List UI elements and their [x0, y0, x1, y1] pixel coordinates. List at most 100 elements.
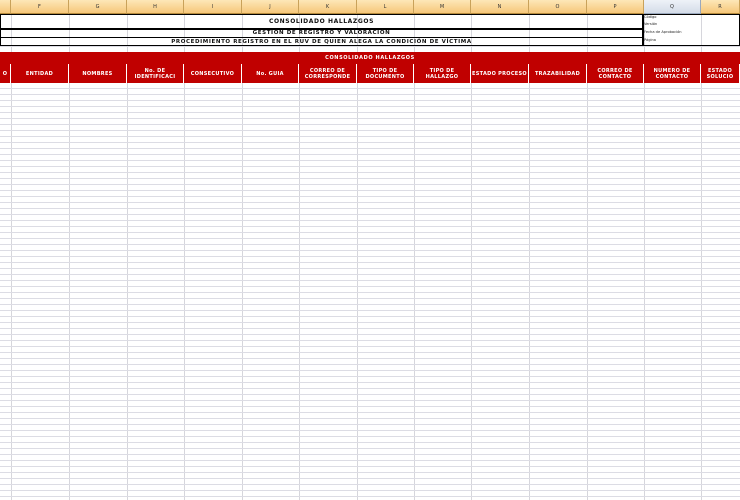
gridline-horizontal: [0, 448, 740, 449]
gridline-horizontal: [0, 184, 740, 185]
gridline-horizontal: [0, 268, 740, 269]
gridline-horizontal: [0, 490, 740, 491]
version-label: Versión: [644, 22, 658, 26]
header-cell[interactable]: No. DE IDENTIFICACI: [127, 64, 184, 83]
column-header-I[interactable]: I: [184, 0, 242, 14]
header-cell[interactable]: CORREO DE CONTACTO: [587, 64, 644, 83]
gridline-horizontal: [0, 460, 740, 461]
gridline-horizontal: [0, 250, 740, 251]
gridline-horizontal: [0, 382, 740, 383]
gridline-horizontal: [0, 370, 740, 371]
gridline-vertical: [184, 14, 185, 500]
gridline-horizontal: [0, 466, 740, 467]
column-header-H[interactable]: H: [127, 0, 184, 14]
column-header-N[interactable]: N: [471, 0, 529, 14]
column-header-R[interactable]: R: [701, 0, 740, 14]
gridline-horizontal: [0, 436, 740, 437]
gridline-horizontal: [0, 400, 740, 401]
gridline-horizontal: [0, 208, 740, 209]
gridline-horizontal: [0, 118, 740, 119]
gridline-horizontal: [0, 94, 740, 95]
gridline-horizontal: [0, 424, 740, 425]
header-cell[interactable]: NOMBRES: [69, 64, 127, 83]
gridline-horizontal: [0, 46, 740, 47]
gridline-horizontal: [0, 232, 740, 233]
gridline-horizontal: [0, 220, 740, 221]
gridline-horizontal: [0, 124, 740, 125]
gridline-horizontal: [0, 100, 740, 101]
gridline-horizontal: [0, 472, 740, 473]
column-header-O[interactable]: O: [529, 0, 587, 14]
header-cell[interactable]: O: [0, 64, 11, 83]
gridline-vertical: [529, 14, 530, 500]
gridline-horizontal: [0, 262, 740, 263]
header-cell[interactable]: TIPO DE DOCUMENTO: [357, 64, 414, 83]
gridline-horizontal: [0, 166, 740, 167]
header-cell[interactable]: CONSECUTIVO: [184, 64, 242, 83]
page-subtitle: GESTIÓN DE REGISTRO Y VALORACIÓN: [252, 30, 391, 36]
gridline-horizontal: [0, 136, 740, 137]
spreadsheet[interactable]: FGHIJKLMNOPQR CONSOLIDADO HALLAZGOS GEST…: [0, 0, 740, 500]
gridline-horizontal: [0, 172, 740, 173]
gridline-horizontal: [0, 358, 740, 359]
header-cell[interactable]: ESTADO SOLUCIO: [701, 64, 740, 83]
column-header-K[interactable]: K: [299, 0, 357, 14]
gridline-horizontal: [0, 298, 740, 299]
header-cell[interactable]: TIPO DE HALLAZGO: [414, 64, 471, 83]
gridline-vertical: [644, 14, 645, 500]
column-header-partial[interactable]: [0, 0, 11, 14]
gridline-horizontal: [0, 196, 740, 197]
header-cell[interactable]: ENTIDAD: [11, 64, 69, 83]
gridline-horizontal: [0, 442, 740, 443]
gridline-horizontal: [0, 292, 740, 293]
code-label: Código: [644, 15, 657, 19]
gridline-horizontal: [0, 256, 740, 257]
column-header-P[interactable]: P: [587, 0, 644, 14]
column-header-G[interactable]: G: [69, 0, 127, 14]
gridline-horizontal: [0, 286, 740, 287]
gridline-horizontal: [0, 130, 740, 131]
gridline-horizontal: [0, 322, 740, 323]
column-header-F[interactable]: F: [11, 0, 69, 14]
page-title: CONSOLIDADO HALLAZGOS: [268, 18, 375, 25]
column-header-Q[interactable]: Q: [644, 0, 701, 14]
header-cell[interactable]: CORREO DE CORRESPONDE: [299, 64, 357, 83]
column-header-M[interactable]: M: [414, 0, 471, 14]
gridline-horizontal: [0, 406, 740, 407]
approval-date-label: Fecha de Aprobación: [644, 30, 682, 34]
header-cell[interactable]: TRAZABILIDAD: [529, 64, 587, 83]
gridline-horizontal: [0, 274, 740, 275]
gridline-horizontal: [0, 316, 740, 317]
gridline-horizontal: [0, 280, 740, 281]
gridline-horizontal: [0, 346, 740, 347]
column-header-L[interactable]: L: [357, 0, 414, 14]
gridline-horizontal: [0, 364, 740, 365]
gridline-vertical: [701, 14, 702, 500]
gridline-horizontal: [0, 244, 740, 245]
gridline-vertical: [471, 14, 472, 500]
header-cell[interactable]: ESTADO PROCESO: [471, 64, 529, 83]
gridline-horizontal: [0, 112, 740, 113]
gridline-horizontal: [0, 454, 740, 455]
gridline-horizontal: [0, 190, 740, 191]
gridline-horizontal: [0, 148, 740, 149]
gridline-horizontal: [0, 238, 740, 239]
gridline-horizontal: [0, 154, 740, 155]
gridline-horizontal: [0, 340, 740, 341]
gridline-vertical: [69, 14, 70, 500]
column-header-J[interactable]: J: [242, 0, 299, 14]
gridline-horizontal: [0, 412, 740, 413]
gridline-vertical: [357, 14, 358, 500]
gridline-horizontal: [0, 376, 740, 377]
gridline-horizontal: [0, 484, 740, 485]
gridline-horizontal: [0, 352, 740, 353]
header-cell[interactable]: No. GUIA: [242, 64, 299, 83]
gridline-horizontal: [0, 214, 740, 215]
gridline-vertical: [414, 14, 415, 500]
gridline-horizontal: [0, 478, 740, 479]
section-banner: CONSOLIDADO HALLAZGOS: [0, 52, 740, 64]
gridline-horizontal: [0, 496, 740, 497]
gridline-vertical: [299, 14, 300, 500]
header-cell[interactable]: NUMERO DE CONTACTO: [644, 64, 701, 83]
gridline-horizontal: [0, 202, 740, 203]
